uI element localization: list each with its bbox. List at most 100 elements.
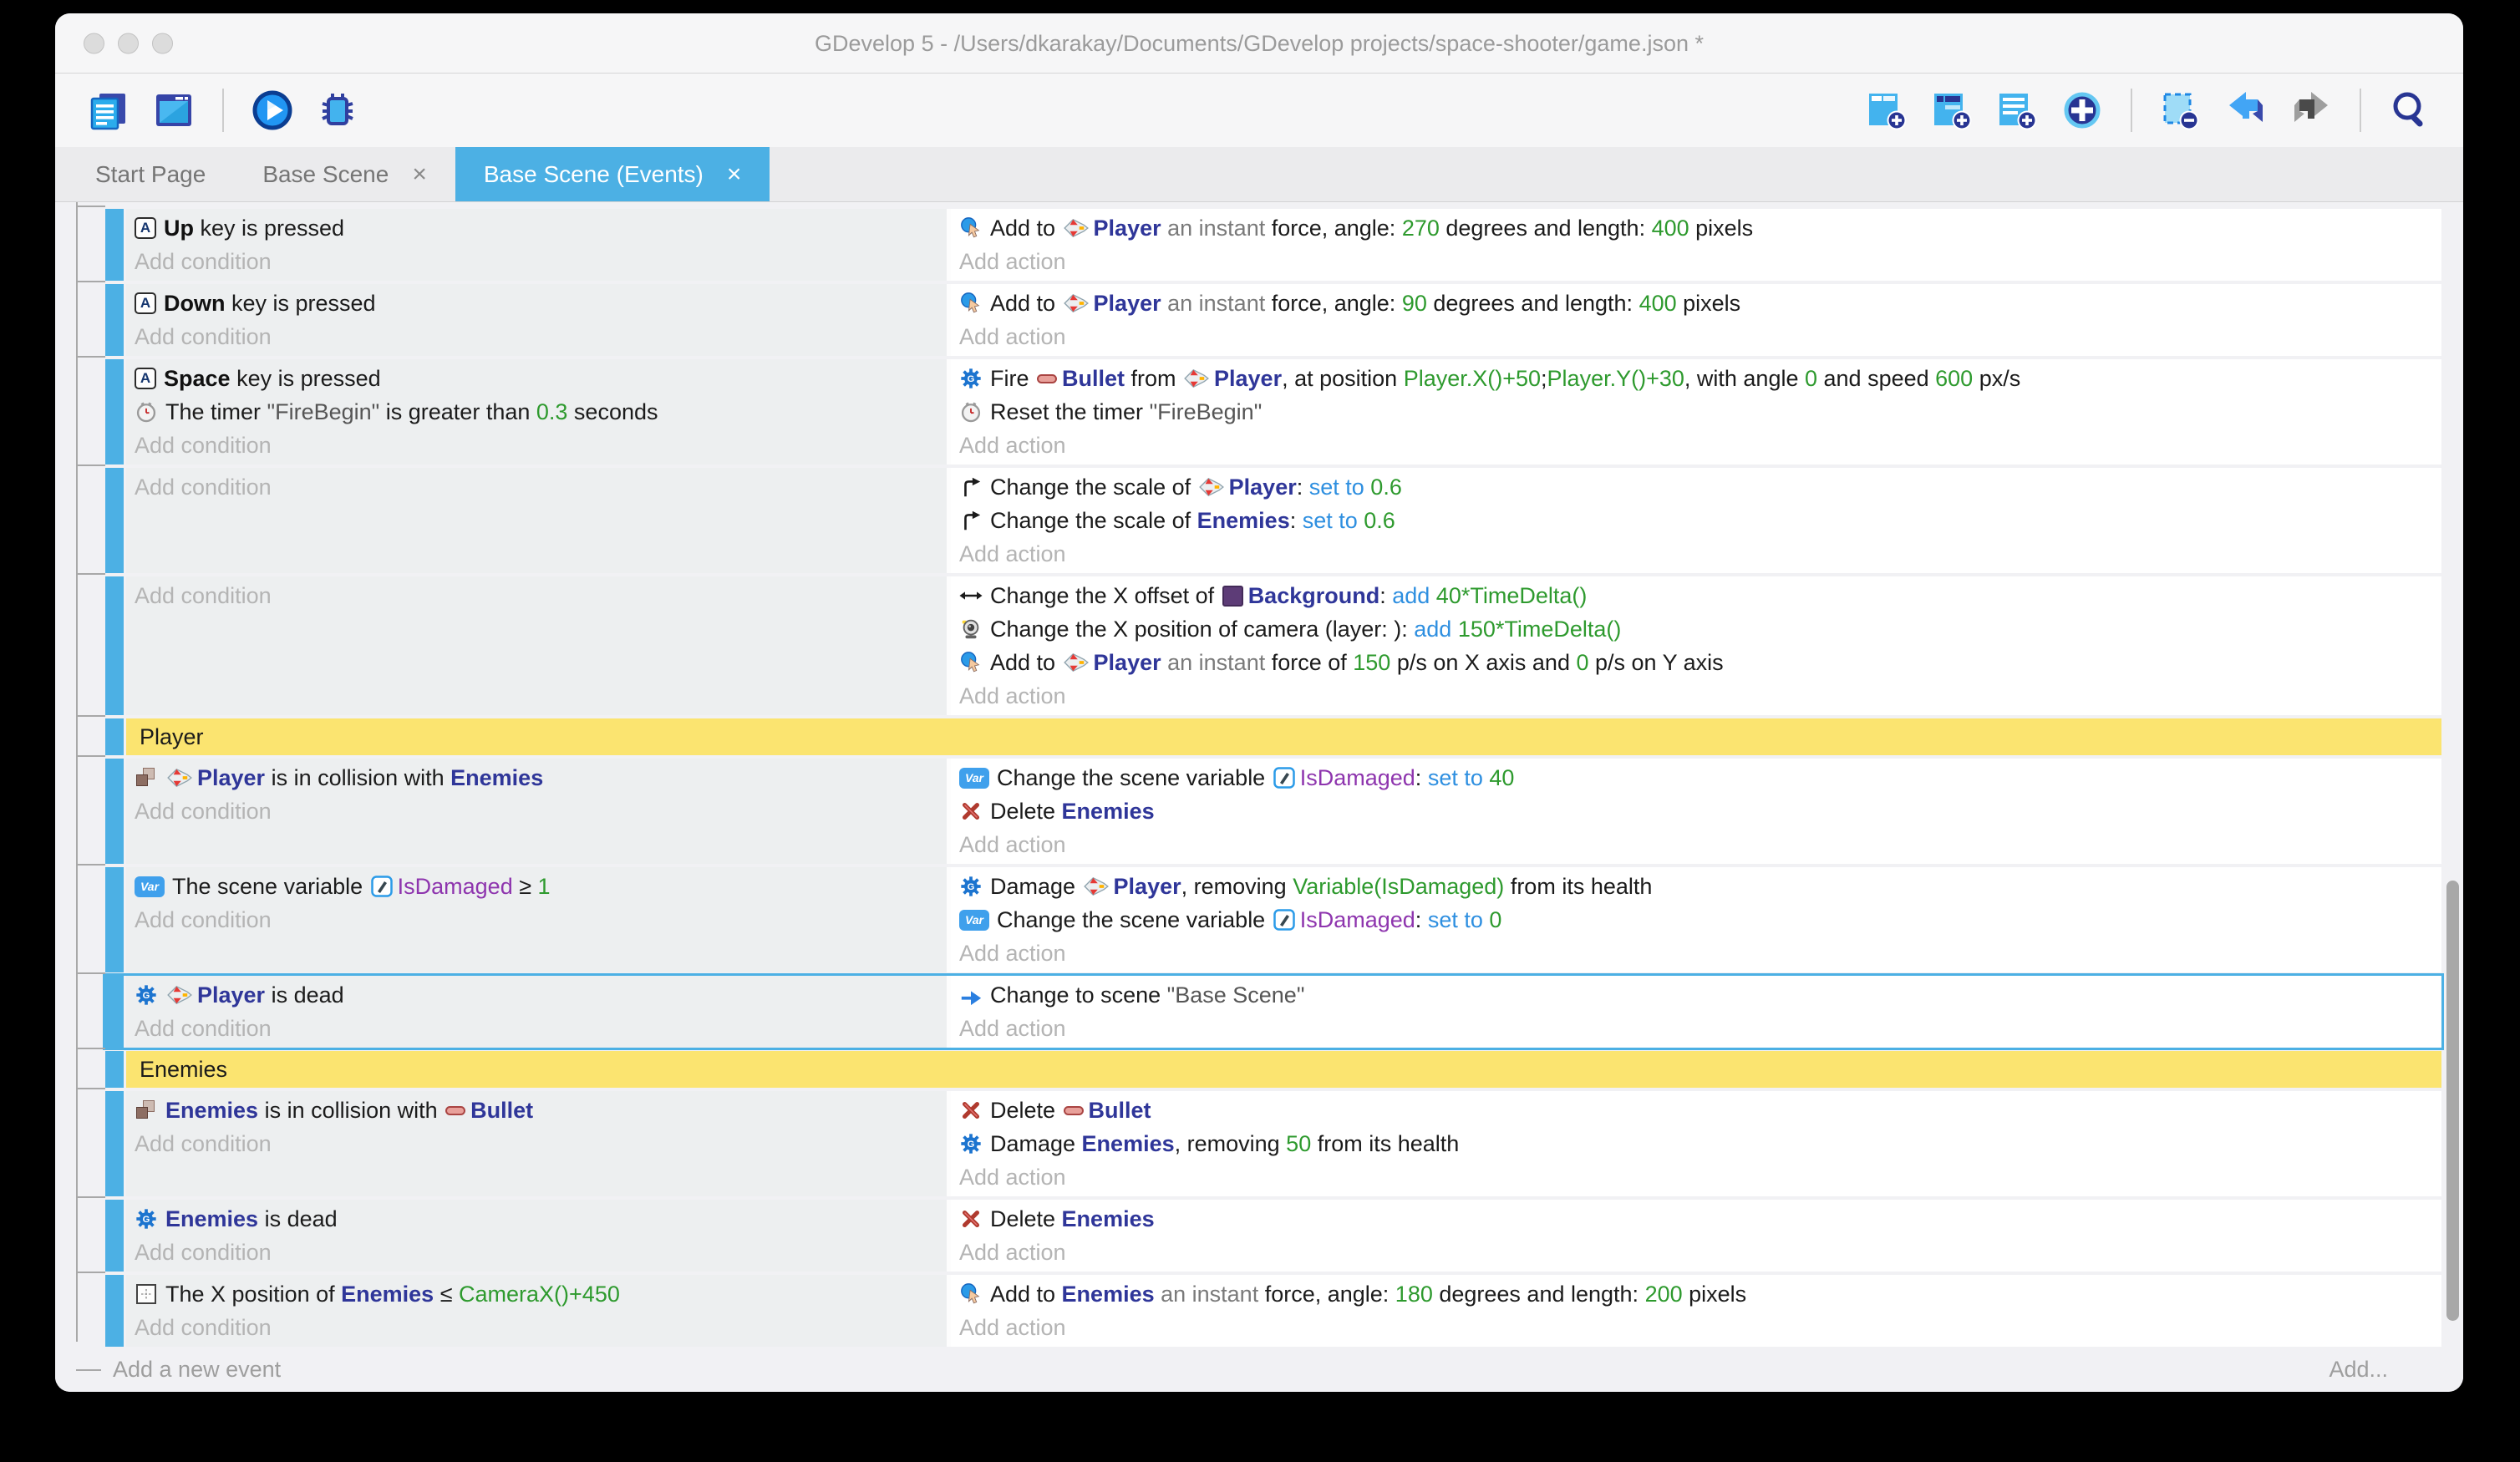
group-bar[interactable]: Enemies	[126, 1051, 2441, 1088]
add-subevent-button[interactable]	[1928, 87, 1975, 134]
tab-start-page[interactable]: Start Page	[67, 147, 234, 201]
condition[interactable]: VarThe scene variable IsDamaged ≥ 1	[135, 870, 938, 903]
condition[interactable]: GPlayer is dead	[135, 978, 938, 1012]
add-action-button[interactable]: Add action	[959, 679, 2433, 713]
delete-selection-button[interactable]	[2157, 87, 2204, 134]
close-icon[interactable]: ×	[727, 160, 742, 189]
condition[interactable]: ADown key is pressed	[135, 287, 938, 320]
add-more-button[interactable]: Add...	[2329, 1357, 2388, 1383]
add-comment-button[interactable]	[1994, 87, 2040, 134]
action[interactable]: Change the X offset of Background: add 4…	[959, 579, 2433, 612]
add-new-event-button[interactable]: Add a new event	[113, 1357, 281, 1383]
tab-base-scene[interactable]: Base Scene×	[234, 147, 455, 201]
add-action-button[interactable]: Add action	[959, 429, 2433, 462]
project-manager-button[interactable]	[85, 87, 132, 134]
event-drag-handle[interactable]	[105, 718, 124, 755]
add-action-button[interactable]: Add action	[959, 1311, 2433, 1344]
condition[interactable]: ASpace key is pressed	[135, 362, 938, 395]
tab-base-scene-events[interactable]: Base Scene (Events)×	[455, 147, 770, 201]
action[interactable]: Change the X position of camera (layer: …	[959, 612, 2433, 646]
action[interactable]: Delete Bullet	[959, 1094, 2433, 1127]
action[interactable]: GFire Bullet from Player, at position Pl…	[959, 362, 2433, 395]
add-action-button[interactable]: Add action	[959, 828, 2433, 861]
add-condition-button[interactable]: Add condition	[135, 429, 938, 462]
event-drag-handle[interactable]	[105, 1051, 124, 1088]
event-drag-handle[interactable]	[105, 468, 124, 573]
event-drag-handle[interactable]	[105, 759, 124, 864]
event-row[interactable]: The X position of Enemies ≤ CameraX()+45…	[105, 1275, 2441, 1347]
action[interactable]: Add to Player an instant force, angle: 9…	[959, 287, 2433, 320]
event-row[interactable]: ASpace key is pressedThe timer "FireBegi…	[105, 359, 2441, 464]
action[interactable]: Add to Enemies an instant force, angle: …	[959, 1277, 2433, 1311]
event-row[interactable]: Add condition Change the scale of Player:…	[105, 468, 2441, 573]
event-drag-handle[interactable]	[105, 1200, 124, 1272]
action[interactable]: VarChange the scene variable IsDamaged: …	[959, 903, 2433, 937]
close-icon[interactable]: ×	[412, 160, 427, 189]
event-row[interactable]: GPlayer is deadAdd condition Change to sc…	[105, 976, 2441, 1048]
vertical-scrollbar-thumb[interactable]	[2446, 881, 2459, 1321]
add-new-button[interactable]	[2059, 87, 2106, 134]
debug-button[interactable]	[314, 87, 361, 134]
add-condition-button[interactable]: Add condition	[135, 1311, 938, 1344]
group-row[interactable]: Enemies	[105, 1051, 2441, 1088]
add-condition-button[interactable]: Add condition	[135, 320, 938, 353]
add-condition-button[interactable]: Add condition	[135, 1012, 938, 1045]
event-row[interactable]: Add condition Change the X offset of Back…	[105, 576, 2441, 715]
action[interactable]: Change the scale of Player: set to 0.6	[959, 470, 2433, 504]
action[interactable]: Delete Enemies	[959, 794, 2433, 828]
add-condition-button[interactable]: Add condition	[135, 579, 938, 612]
add-condition-button[interactable]: Add condition	[135, 245, 938, 278]
event-drag-handle[interactable]	[105, 867, 124, 972]
add-action-button[interactable]: Add action	[959, 537, 2433, 571]
condition[interactable]: Player is in collision with Enemies	[135, 761, 938, 794]
event-row[interactable]: ADown key is pressedAdd condition Add to …	[105, 284, 2441, 356]
add-condition-button[interactable]: Add condition	[135, 1127, 938, 1160]
action[interactable]: Add to Player an instant force of 150 p/…	[959, 646, 2433, 679]
condition[interactable]: The X position of Enemies ≤ CameraX()+45…	[135, 1277, 938, 1311]
action[interactable]: Add to Player an instant force, angle: 2…	[959, 211, 2433, 245]
event-drag-handle[interactable]	[105, 976, 124, 1048]
add-action-button[interactable]: Add action	[959, 1012, 2433, 1045]
action[interactable]: GDamage Enemies, removing 50 from its he…	[959, 1127, 2433, 1160]
add-action-button[interactable]: Add action	[959, 1236, 2433, 1269]
event-drag-handle[interactable]	[105, 1275, 124, 1347]
event-row[interactable]: Player is in collision with EnemiesAdd c…	[105, 759, 2441, 864]
scene-editor-button[interactable]	[150, 87, 197, 134]
action[interactable]: Change the scale of Enemies: set to 0.6	[959, 504, 2433, 537]
event-row[interactable]: AUp key is pressedAdd condition Add to Pl…	[105, 209, 2441, 281]
play-preview-button[interactable]	[249, 87, 296, 134]
redo-button[interactable]	[2288, 87, 2335, 134]
event-drag-handle[interactable]	[105, 284, 124, 356]
condition[interactable]: Enemies is in collision with Bullet	[135, 1094, 938, 1127]
search-button[interactable]	[2386, 87, 2433, 134]
group-bar[interactable]: Player	[126, 718, 2441, 755]
add-action-button[interactable]: Add action	[959, 320, 2433, 353]
event-drag-handle[interactable]	[105, 359, 124, 464]
event-drag-handle[interactable]	[105, 209, 124, 281]
add-condition-button[interactable]: Add condition	[135, 794, 938, 828]
condition[interactable]: The timer "FireBegin" is greater than 0.…	[135, 395, 938, 429]
add-condition-button[interactable]: Add condition	[135, 903, 938, 937]
action[interactable]: VarChange the scene variable IsDamaged: …	[959, 761, 2433, 794]
minimize-button[interactable]	[118, 33, 139, 53]
event-row[interactable]: Enemies is in collision with BulletAdd c…	[105, 1091, 2441, 1196]
zoom-button[interactable]	[152, 33, 173, 53]
add-condition-button[interactable]: Add condition	[135, 470, 938, 504]
action[interactable]: Reset the timer "FireBegin"	[959, 395, 2433, 429]
action[interactable]: Change to scene "Base Scene"	[959, 978, 2433, 1012]
add-action-button[interactable]: Add action	[959, 245, 2433, 278]
condition[interactable]: AUp key is pressed	[135, 211, 938, 245]
event-drag-handle[interactable]	[105, 576, 124, 715]
add-condition-button[interactable]: Add condition	[135, 1236, 938, 1269]
event-drag-handle[interactable]	[105, 1091, 124, 1196]
event-row[interactable]: GEnemies is deadAdd condition Delete Enem…	[105, 1200, 2441, 1272]
close-button[interactable]	[84, 33, 104, 53]
event-row[interactable]: VarThe scene variable IsDamaged ≥ 1Add c…	[105, 867, 2441, 972]
add-action-button[interactable]: Add action	[959, 1160, 2433, 1194]
condition[interactable]: GEnemies is dead	[135, 1202, 938, 1236]
action[interactable]: GDamage Player, removing Variable(IsDama…	[959, 870, 2433, 903]
undo-button[interactable]	[2223, 87, 2269, 134]
group-row[interactable]: Player	[105, 718, 2441, 755]
action[interactable]: Delete Enemies	[959, 1202, 2433, 1236]
add-action-button[interactable]: Add action	[959, 937, 2433, 970]
